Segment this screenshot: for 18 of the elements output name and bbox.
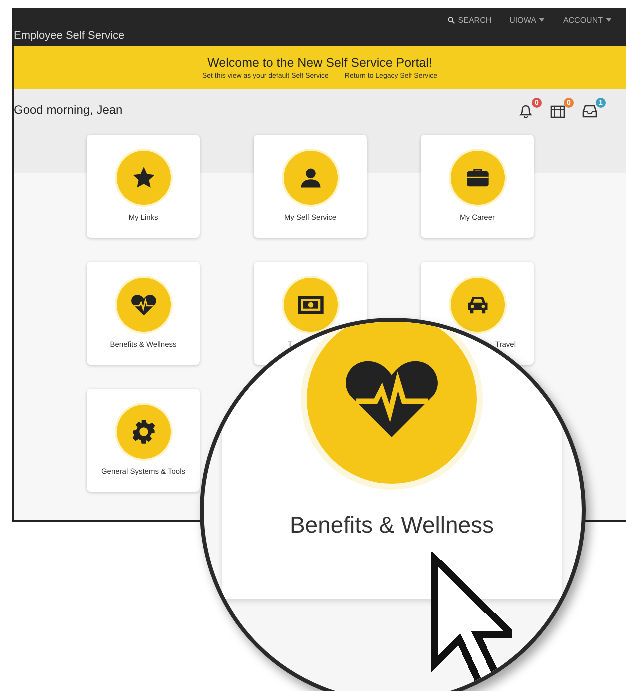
bell-icon [518, 103, 534, 119]
search-link[interactable]: SEARCH [448, 16, 492, 24]
calendar-icon [550, 103, 566, 119]
banner-heading: Welcome to the New Self Service Portal! [208, 56, 432, 70]
caret-icon [606, 18, 612, 22]
gear-icon [130, 419, 156, 445]
app-title: Employee Self Service [14, 30, 125, 42]
greeting: Good morning, Jean [14, 103, 123, 117]
heart-rate-icon [344, 360, 440, 438]
nav-menu[interactable]: UIOWA [510, 16, 546, 24]
tile-label: Benefits & Wellness [290, 512, 494, 539]
inbox-icon [582, 103, 598, 119]
heart-rate-icon [130, 294, 156, 316]
caret-icon [539, 18, 546, 22]
search-icon [448, 16, 456, 24]
banknote-icon [298, 296, 324, 314]
nav-menu[interactable]: ACCOUNT [563, 16, 612, 24]
star-icon [130, 165, 156, 191]
